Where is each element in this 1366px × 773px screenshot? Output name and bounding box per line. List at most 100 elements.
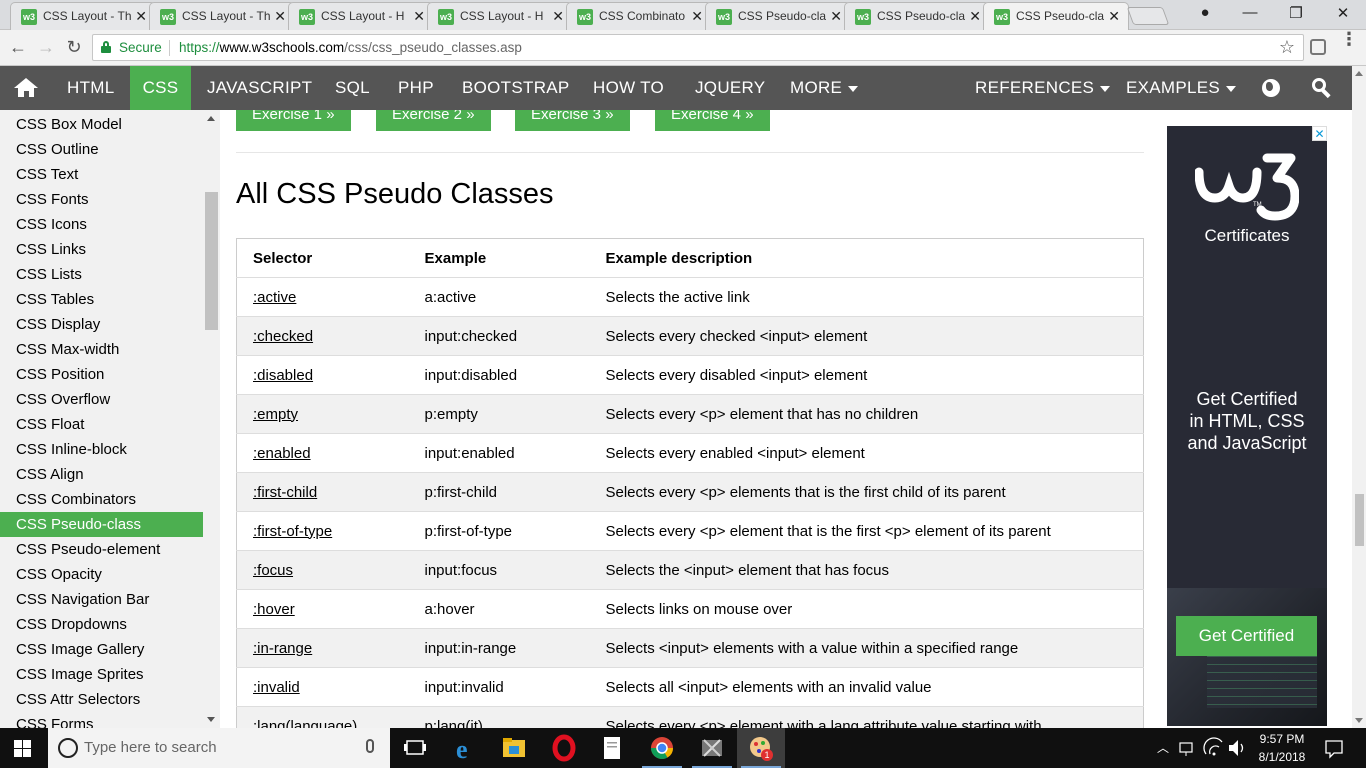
tab-close-icon[interactable]: ✕ bbox=[135, 8, 147, 24]
tab-close-icon[interactable]: ✕ bbox=[413, 8, 425, 24]
nav-bootstrap[interactable]: BOOTSTRAP bbox=[462, 66, 570, 110]
wifi-icon[interactable] bbox=[1202, 728, 1226, 768]
selector-link[interactable]: :empty bbox=[236, 394, 409, 434]
sidebar-item[interactable]: CSS Position bbox=[0, 362, 203, 387]
sidebar-item[interactable]: CSS Float bbox=[0, 412, 203, 437]
selector-link[interactable]: :first-child bbox=[236, 472, 409, 512]
bookmark-star-icon[interactable]: ☆ bbox=[1279, 37, 1295, 58]
sidebar-item[interactable]: CSS Pseudo-element bbox=[0, 537, 203, 562]
ad-close-icon[interactable]: ✕ bbox=[1312, 126, 1327, 141]
selector-link[interactable]: :lang(language) bbox=[236, 706, 409, 728]
browser-menu-icon[interactable]: ⋮ bbox=[1340, 30, 1358, 48]
tools-app-icon[interactable] bbox=[688, 728, 736, 768]
profile-icon[interactable]: ● bbox=[1190, 4, 1220, 21]
sidebar-item[interactable]: CSS Display bbox=[0, 312, 203, 337]
selector-link[interactable]: :first-of-type bbox=[236, 511, 409, 551]
chrome-browser-icon[interactable] bbox=[638, 728, 686, 768]
task-view-icon[interactable] bbox=[392, 728, 440, 768]
sidebar-item[interactable]: CSS Dropdowns bbox=[0, 612, 203, 637]
search-icon[interactable] bbox=[1312, 78, 1332, 99]
sidebar-item[interactable]: CSS Fonts bbox=[0, 187, 203, 212]
sidebar-item[interactable]: CSS Box Model bbox=[0, 112, 203, 137]
home-button[interactable] bbox=[0, 66, 52, 110]
forward-button[interactable]: → bbox=[34, 36, 58, 58]
nav-php[interactable]: PHP bbox=[398, 66, 434, 110]
selector-link[interactable]: :in-range bbox=[236, 628, 409, 668]
exercise-1-button[interactable]: Exercise 1 » bbox=[236, 110, 351, 131]
nav-css[interactable]: CSS bbox=[130, 66, 191, 110]
get-certified-button[interactable]: Get Certified bbox=[1176, 616, 1317, 656]
sidebar-item[interactable]: CSS Attr Selectors bbox=[0, 687, 203, 712]
selector-link[interactable]: :invalid bbox=[236, 667, 409, 707]
scroll-up-icon[interactable] bbox=[1355, 71, 1363, 76]
url-text[interactable]: https://www.w3schools.com/css/css_pseudo… bbox=[179, 40, 522, 55]
notepad-icon[interactable] bbox=[589, 728, 637, 768]
nav-references[interactable]: REFERENCES bbox=[975, 66, 1111, 110]
selector-link[interactable]: :enabled bbox=[236, 433, 409, 473]
nav-jquery[interactable]: JQUERY bbox=[695, 66, 765, 110]
action-center-icon[interactable] bbox=[1318, 728, 1350, 768]
tab-close-icon[interactable]: ✕ bbox=[691, 8, 703, 24]
paint-app-icon[interactable]: 1 bbox=[737, 728, 785, 768]
certificates-ad[interactable]: TM Certificates Get Certified in HTML, C… bbox=[1167, 126, 1327, 726]
opera-browser-icon[interactable] bbox=[540, 728, 588, 768]
new-tab-button[interactable] bbox=[1126, 7, 1170, 25]
back-button[interactable]: ← bbox=[6, 36, 30, 58]
browser-tab[interactable]: w3 CSS Pseudo-cla ✕ bbox=[983, 2, 1129, 31]
selector-link[interactable]: :focus bbox=[236, 550, 409, 590]
browser-tab[interactable]: w3 CSS Pseudo-cla ✕ bbox=[844, 2, 990, 30]
selector-link[interactable]: :hover bbox=[236, 589, 409, 629]
extension-icon[interactable] bbox=[1310, 39, 1326, 55]
sidebar-item[interactable]: CSS Align bbox=[0, 462, 203, 487]
nav-javascript[interactable]: JAVASCRIPT bbox=[207, 66, 312, 110]
windows-start-icon[interactable] bbox=[14, 740, 31, 757]
sidebar-item[interactable]: CSS Tables bbox=[0, 287, 203, 312]
sidebar-item[interactable]: CSS Opacity bbox=[0, 562, 203, 587]
tab-close-icon[interactable]: ✕ bbox=[969, 8, 981, 24]
address-bar[interactable]: Secure https://www.w3schools.com/css/css… bbox=[92, 34, 1304, 61]
browser-tab[interactable]: w3 CSS Layout - H ✕ bbox=[427, 2, 573, 30]
exercise-4-button[interactable]: Exercise 4 » bbox=[655, 110, 770, 131]
sidebar-item[interactable]: CSS Image Sprites bbox=[0, 662, 203, 687]
sidebar-item[interactable]: CSS Inline-block bbox=[0, 437, 203, 462]
sidebar-item[interactable]: CSS Links bbox=[0, 237, 203, 262]
nav-how-to[interactable]: HOW TO bbox=[593, 66, 664, 110]
nav-more[interactable]: MORE bbox=[790, 66, 859, 110]
browser-tab[interactable]: w3 CSS Pseudo-cla ✕ bbox=[705, 2, 851, 30]
sidebar-item[interactable]: CSS Icons bbox=[0, 212, 203, 237]
nav-examples[interactable]: EXAMPLES bbox=[1126, 66, 1237, 110]
scroll-up-icon[interactable] bbox=[207, 116, 215, 121]
page-scrollbar[interactable] bbox=[1352, 66, 1366, 728]
tab-close-icon[interactable]: ✕ bbox=[830, 8, 842, 24]
exercise-3-button[interactable]: Exercise 3 » bbox=[515, 110, 630, 131]
browser-tab[interactable]: w3 CSS Layout - H ✕ bbox=[288, 2, 434, 30]
sidebar-item[interactable]: CSS Max-width bbox=[0, 337, 203, 362]
tab-close-icon[interactable]: ✕ bbox=[274, 8, 286, 24]
sidebar-scrollbar[interactable] bbox=[203, 110, 220, 728]
network-icon[interactable] bbox=[1176, 728, 1198, 768]
sidebar-item[interactable]: CSS Text bbox=[0, 162, 203, 187]
tab-close-icon[interactable]: ✕ bbox=[552, 8, 564, 24]
scroll-down-icon[interactable] bbox=[1355, 718, 1363, 723]
page-scroll-thumb[interactable] bbox=[1355, 494, 1364, 546]
sidebar-item[interactable]: CSS Pseudo-class bbox=[0, 512, 203, 537]
sidebar-item[interactable]: CSS Image Gallery bbox=[0, 637, 203, 662]
edge-browser-icon[interactable]: e bbox=[442, 728, 490, 768]
sidebar-item[interactable]: CSS Forms bbox=[0, 712, 203, 728]
sidebar-item[interactable]: CSS Overflow bbox=[0, 387, 203, 412]
exercise-2-button[interactable]: Exercise 2 » bbox=[376, 110, 491, 131]
selector-link[interactable]: :checked bbox=[236, 316, 409, 356]
clock-time[interactable]: 9:57 PM bbox=[1254, 732, 1310, 746]
browser-tab[interactable]: w3 CSS Combinato ✕ bbox=[566, 2, 712, 30]
clock-date[interactable]: 8/1/2018 bbox=[1254, 750, 1310, 764]
maximize-button[interactable]: ❐ bbox=[1281, 4, 1311, 22]
tab-close-icon[interactable]: ✕ bbox=[1108, 8, 1120, 24]
selector-link[interactable]: :disabled bbox=[236, 355, 409, 395]
nav-sql[interactable]: SQL bbox=[335, 66, 370, 110]
volume-icon[interactable] bbox=[1226, 728, 1248, 768]
sidebar-item[interactable]: CSS Navigation Bar bbox=[0, 587, 203, 612]
scroll-down-icon[interactable] bbox=[207, 717, 215, 722]
globe-icon[interactable] bbox=[1262, 79, 1280, 97]
microphone-icon[interactable] bbox=[366, 739, 374, 753]
selector-link[interactable]: :active bbox=[236, 277, 409, 317]
